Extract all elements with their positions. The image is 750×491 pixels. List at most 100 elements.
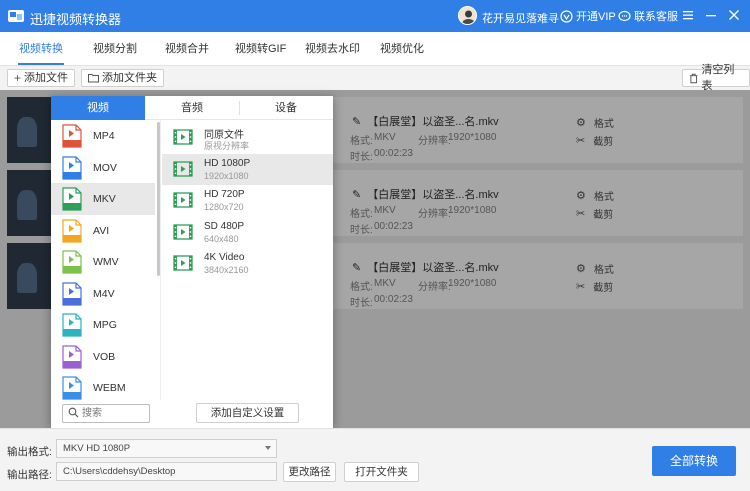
film-icon xyxy=(173,192,193,208)
film-icon xyxy=(173,129,193,145)
film-icon xyxy=(173,223,193,240)
output-format-label: 输出格式: xyxy=(7,446,52,458)
cut-button[interactable]: ✂ 截剪 xyxy=(576,279,613,294)
format-settings-button[interactable]: ⚙ 格式 xyxy=(576,188,614,203)
file-format-icon xyxy=(62,124,82,148)
tab-video-convert[interactable]: 视频转换 xyxy=(19,32,63,66)
close-icon[interactable] xyxy=(726,7,742,23)
popup-tab-device[interactable]: 设备 xyxy=(239,96,333,120)
cut-button[interactable]: ✂ 截剪 xyxy=(576,206,613,221)
open-folder-button[interactable]: 打开文件夹 xyxy=(344,462,419,482)
resolution-title: SD 480P xyxy=(204,220,245,232)
resolution-subtitle: 1920x1080 xyxy=(204,170,249,181)
resolution-title: 4K Video xyxy=(204,252,245,263)
add-custom-setting-button[interactable]: 添加自定义设置 xyxy=(196,403,299,423)
edit-pencil-icon[interactable]: ✎ xyxy=(352,115,361,128)
file-format-icon xyxy=(62,187,82,211)
format-item-mpg[interactable]: MPG xyxy=(51,309,155,341)
edit-pencil-icon[interactable]: ✎ xyxy=(352,261,361,274)
format-item-avi[interactable]: AVI xyxy=(51,215,155,247)
add-file-label: 添加文件 xyxy=(24,72,69,84)
popup-tab-audio[interactable]: 音频 xyxy=(145,96,239,120)
app-logo-icon xyxy=(8,10,24,22)
video-thumbnail[interactable] xyxy=(7,170,55,236)
duration-value: 00:02:23 xyxy=(374,294,413,305)
format-label: VOB xyxy=(93,350,116,363)
resolution-item[interactable]: 4K Video 3840x2160 xyxy=(162,248,333,279)
tab-video-optimize[interactable]: 视频优化 xyxy=(380,32,424,66)
format-item-webm[interactable]: WEBM xyxy=(51,372,155,404)
popup-tab-video[interactable]: 视频 xyxy=(51,96,145,120)
format-label: WEBM xyxy=(93,382,126,394)
edit-pencil-icon[interactable]: ✎ xyxy=(352,188,361,201)
customer-service-button[interactable]: 联系客服 xyxy=(618,8,678,24)
cut-action-label: 截剪 xyxy=(593,137,614,148)
duration-value: 00:02:23 xyxy=(374,221,413,232)
toolbar: + 添加文件 添加文件夹 清空列表 xyxy=(0,64,750,92)
format-item-m4v[interactable]: M4V xyxy=(51,278,155,310)
add-folder-button[interactable]: 添加文件夹 xyxy=(81,69,164,87)
format-list-scrollbar[interactable] xyxy=(157,122,160,276)
avatar[interactable] xyxy=(458,6,477,25)
add-folder-label: 添加文件夹 xyxy=(102,72,157,84)
vip-button[interactable]: 开通VIP xyxy=(560,8,616,24)
format-label: 格式: xyxy=(350,136,373,147)
avatar-image-icon xyxy=(459,7,476,24)
format-label: WMV xyxy=(93,256,119,268)
search-input[interactable] xyxy=(82,407,148,420)
resolution-item[interactable]: HD 720P 1280x720 xyxy=(162,185,333,216)
resolution-subtitle: 1280x720 xyxy=(204,202,244,212)
clear-list-button[interactable]: 清空列表 xyxy=(682,64,750,92)
video-thumbnail[interactable] xyxy=(7,243,55,309)
scissors-icon: ✂ xyxy=(576,208,586,220)
video-thumbnail[interactable] xyxy=(7,97,55,163)
tab-video-split[interactable]: 视频分割 xyxy=(93,32,137,66)
tab-video-to-gif[interactable]: 视频转GIF xyxy=(235,32,286,66)
format-action-label: 格式 xyxy=(593,265,614,276)
convert-all-button[interactable]: 全部转换 xyxy=(652,446,736,476)
format-settings-button[interactable]: ⚙ 格式 xyxy=(576,261,614,276)
file-name-row[interactable]: ✎ 【白展堂】以盗圣...名.mkv xyxy=(352,186,499,202)
file-name-row[interactable]: ✎ 【白展堂】以盗圣...名.mkv xyxy=(352,259,499,275)
format-item-mov[interactable]: MOV xyxy=(51,152,155,184)
format-settings-button[interactable]: ⚙ 格式 xyxy=(576,115,614,130)
popup-tabs: 视频 音频 设备 xyxy=(51,96,333,120)
scissors-icon: ✂ xyxy=(576,135,586,147)
menu-icon[interactable] xyxy=(680,7,696,23)
output-format-value: MKV HD 1080P xyxy=(63,443,131,454)
tab-remove-watermark[interactable]: 视频去水印 xyxy=(305,32,360,66)
format-search-box[interactable] xyxy=(62,404,150,423)
resolution-subtitle: 640x480 xyxy=(204,233,239,244)
resolution-value: 1920*1080 xyxy=(448,205,497,216)
add-file-button[interactable]: + 添加文件 xyxy=(7,69,76,87)
user-name[interactable]: 花开易见落难寻 xyxy=(482,10,559,26)
format-item-wmv[interactable]: WMV xyxy=(51,246,155,278)
active-tab-indicator xyxy=(18,63,64,65)
format-item-vob[interactable]: VOB xyxy=(51,341,155,373)
output-format-select[interactable]: MKV HD 1080P xyxy=(56,439,277,458)
cut-action-label: 截剪 xyxy=(593,283,614,294)
format-action-label: 格式 xyxy=(593,119,614,130)
output-path-field[interactable]: C:\Users\cddehsy\Desktop xyxy=(56,462,277,481)
format-item-mp4[interactable]: MP4 xyxy=(51,120,155,152)
app-title: 迅捷视频转换器 xyxy=(30,12,122,27)
resolution-item[interactable]: HD 1080P 1920x1080 xyxy=(162,153,333,185)
format-label: AVI xyxy=(93,224,110,237)
gear-icon: ⚙ xyxy=(576,263,586,275)
vip-label: 开通VIP xyxy=(576,11,616,23)
format-label: MP4 xyxy=(93,130,115,142)
tab-video-merge[interactable]: 视频合并 xyxy=(165,32,209,66)
file-name-row[interactable]: ✎ 【白展堂】以盗圣...名.mkv xyxy=(352,113,499,129)
change-path-button[interactable]: 更改路径 xyxy=(283,462,336,482)
resolution-item[interactable]: SD 480P 640x480 xyxy=(162,217,333,248)
service-label: 联系客服 xyxy=(634,11,678,23)
minimize-icon[interactable] xyxy=(703,7,719,23)
format-item-mkv[interactable]: MKV xyxy=(51,183,155,215)
format-list: MP4 MOV MKV AVI WMV M4V MPG VOB WEBM xyxy=(51,120,161,400)
resolution-item[interactable]: 同原文件 原视分辨率 xyxy=(162,122,333,153)
output-path-value: C:\Users\cddehsy\Desktop xyxy=(63,466,176,477)
trash-icon xyxy=(689,73,698,83)
cut-button[interactable]: ✂ 截剪 xyxy=(576,133,613,148)
resolution-subtitle: 3840x2160 xyxy=(204,265,249,275)
format-label: MPG xyxy=(93,319,117,331)
